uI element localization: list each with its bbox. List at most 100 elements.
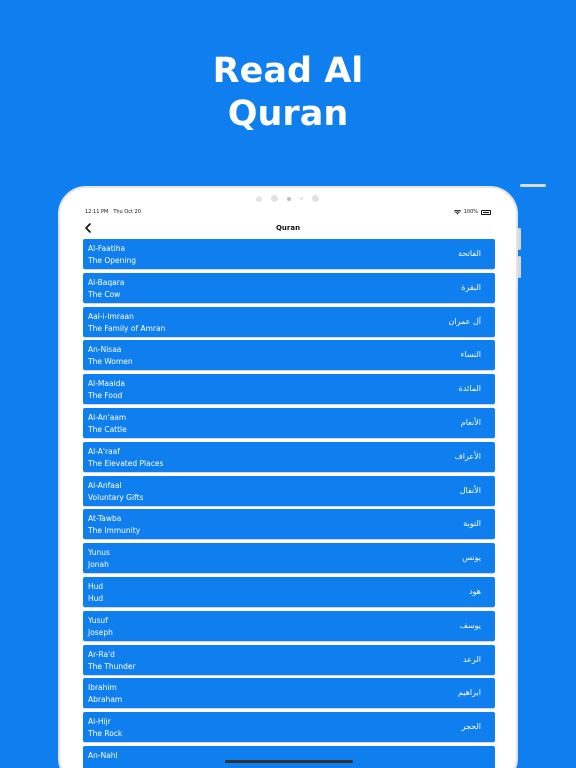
surah-arabic-name: آل عمران	[448, 316, 482, 326]
hero-title-line-1: Read Al	[212, 51, 364, 91]
surah-row[interactable]: An-Nisaa The Women النساء	[83, 340, 495, 371]
surah-meaning: Abraham	[88, 695, 123, 705]
surah-row[interactable]: Al-An'aam The Cattle الأنعام	[83, 408, 495, 438]
surah-arabic-name: هود	[469, 587, 481, 596]
surah-meaning: The Immunity	[88, 526, 141, 536]
surah-row[interactable]: Al-Anfaal Voluntary Gifts الأنفال	[83, 475, 495, 506]
surah-arabic-name: الأنعام	[460, 418, 481, 427]
surah-meaning: Voluntary Gifts	[88, 492, 144, 502]
status-time: 12:11 PM	[85, 209, 109, 215]
surah-row[interactable]: Al-Faatiha The Opening الفاتحة	[83, 239, 495, 269]
surah-name: Al-Faatiha	[88, 244, 126, 253]
surah-latin-block: Al-An'aam The Cattle	[88, 412, 127, 436]
surah-name: An-Nahl	[88, 751, 118, 760]
camera-icon	[287, 196, 291, 201]
surah-meaning: The Rock	[88, 729, 123, 739]
surah-latin-block: Ibrahim Abraham	[88, 682, 122, 706]
surah-meaning: The Women	[88, 357, 133, 367]
status-date: Thu Oct 20	[113, 209, 141, 215]
surah-arabic-name: الرعد	[462, 654, 481, 664]
sensor-icon	[256, 195, 262, 202]
surah-name: Al-An'aam	[88, 413, 127, 422]
surah-meaning: The Family of Amran	[88, 323, 166, 333]
surah-arabic-name: النساء	[460, 350, 481, 360]
surah-name: Al-Maaida	[88, 379, 126, 389]
surah-latin-block: Al-Baqara The Cow	[88, 277, 124, 301]
surah-row[interactable]: Aal-i-Imraan The Family of Amran آل عمران	[83, 306, 495, 337]
surah-row[interactable]: Ar-Ra'd The Thunder الرعد	[83, 644, 495, 675]
surah-meaning: Hud	[88, 594, 104, 603]
surah-name: At-Tawba	[88, 514, 122, 524]
surah-meaning: The Cow	[88, 289, 121, 299]
surah-row[interactable]: Al-A'raaf The Elevated Places الأعراف	[83, 441, 495, 472]
wifi-icon	[453, 209, 461, 214]
volume-up-button	[518, 228, 521, 250]
surah-arabic-name: يوسف	[459, 620, 481, 630]
battery-percent: 100%	[463, 209, 478, 215]
surah-row[interactable]: At-Tawba The Immunity التوبة	[83, 509, 495, 540]
surah-arabic-name: الفاتحة	[458, 249, 481, 258]
surah-latin-block: Yunus Jonah	[88, 547, 110, 571]
surah-meaning: Joseph	[88, 627, 113, 637]
app-screen: 12:11 PM Thu Oct 20 100% Quran Al-Faatih…	[77, 205, 499, 768]
navigation-bar: Quran	[77, 219, 499, 237]
surah-arabic-name: المائدة	[458, 384, 481, 394]
surah-name: Aal-i-Imraan	[88, 311, 134, 321]
surah-row[interactable]: Ibrahim Abraham ابراهيم	[83, 678, 495, 709]
sensor-icon	[312, 195, 319, 202]
surah-name: Al-Baqara	[88, 277, 125, 287]
app-store-screenshot: Read Al Quran 12:11 PM Thu Oct 20 100% Q…	[0, 0, 576, 768]
surah-arabic-name: التوبة	[463, 519, 481, 529]
back-chevron-icon[interactable]	[82, 222, 94, 234]
surah-row[interactable]: Al-Maaida The Food المائدة	[83, 374, 495, 405]
surah-arabic-name: يونس	[462, 553, 481, 563]
surah-row[interactable]: Yusuf Joseph يوسف	[83, 610, 495, 641]
surah-row[interactable]: Yunus Jonah يونس	[83, 543, 495, 574]
surah-latin-block: An-Nisaa The Women	[88, 344, 133, 368]
surah-latin-block: Al-Maaida The Food	[88, 378, 125, 402]
power-button	[520, 184, 546, 187]
surah-meaning: The Thunder	[88, 661, 136, 671]
surah-row[interactable]: Hud Hud هود	[83, 577, 495, 607]
surah-row[interactable]: An-Nahl	[83, 746, 495, 768]
home-indicator[interactable]	[225, 760, 353, 763]
surah-latin-block: Al-Faatiha The Opening	[88, 243, 136, 267]
surah-name: Yusuf	[88, 615, 108, 625]
surah-arabic-name: البقرة	[461, 282, 481, 292]
page-title: Quran	[275, 224, 301, 232]
surah-name: Ar-Ra'd	[88, 649, 115, 659]
surah-arabic-name: ابراهيم	[457, 688, 481, 698]
surah-latin-block: At-Tawba The Immunity	[88, 513, 140, 537]
surah-name: Ibrahim	[88, 683, 117, 693]
surah-latin-block: Hud Hud	[88, 581, 103, 605]
surah-arabic-name: الأعراف	[454, 451, 482, 461]
ipad-frame: 12:11 PM Thu Oct 20 100% Quran Al-Faatih…	[58, 184, 546, 768]
surah-name: Al-Anfaal	[88, 480, 122, 490]
surah-latin-block: An-Nahl	[88, 750, 118, 762]
sensor-icon	[300, 197, 303, 200]
surah-row[interactable]: Al-Hijr The Rock الحجر	[83, 712, 495, 743]
surah-latin-block: Al-Hijr The Rock	[88, 716, 122, 740]
surah-latin-block: Ar-Ra'd The Thunder	[88, 649, 136, 673]
surah-latin-block: Yusuf Joseph	[88, 615, 113, 639]
sensor-icon	[271, 195, 278, 202]
surah-latin-block: Al-A'raaf The Elevated Places	[88, 446, 163, 470]
surah-arabic-name: الحجر	[461, 722, 481, 732]
hero-title-line-2: Quran	[227, 94, 349, 134]
surah-arabic-name: الأنفال	[459, 485, 481, 495]
surah-latin-block: Aal-i-Imraan The Family of Amran	[88, 311, 165, 335]
hero-title: Read Al Quran	[0, 50, 576, 136]
surah-name: Yunus	[88, 548, 110, 558]
volume-down-button	[518, 256, 521, 278]
surah-name: Hud	[88, 582, 104, 591]
surah-name: An-Nisaa	[88, 345, 122, 355]
surah-row[interactable]: Al-Baqara The Cow البقرة	[83, 272, 495, 303]
surah-meaning: The Cattle	[88, 425, 127, 434]
status-bar: 12:11 PM Thu Oct 20 100%	[77, 205, 499, 219]
surah-name: Al-Hijr	[88, 717, 111, 727]
surah-meaning: The Food	[88, 391, 123, 401]
battery-icon	[481, 209, 491, 215]
camera-bar	[256, 195, 319, 202]
surah-name: Al-A'raaf	[88, 446, 120, 456]
surah-meaning: Jonah	[88, 560, 109, 570]
